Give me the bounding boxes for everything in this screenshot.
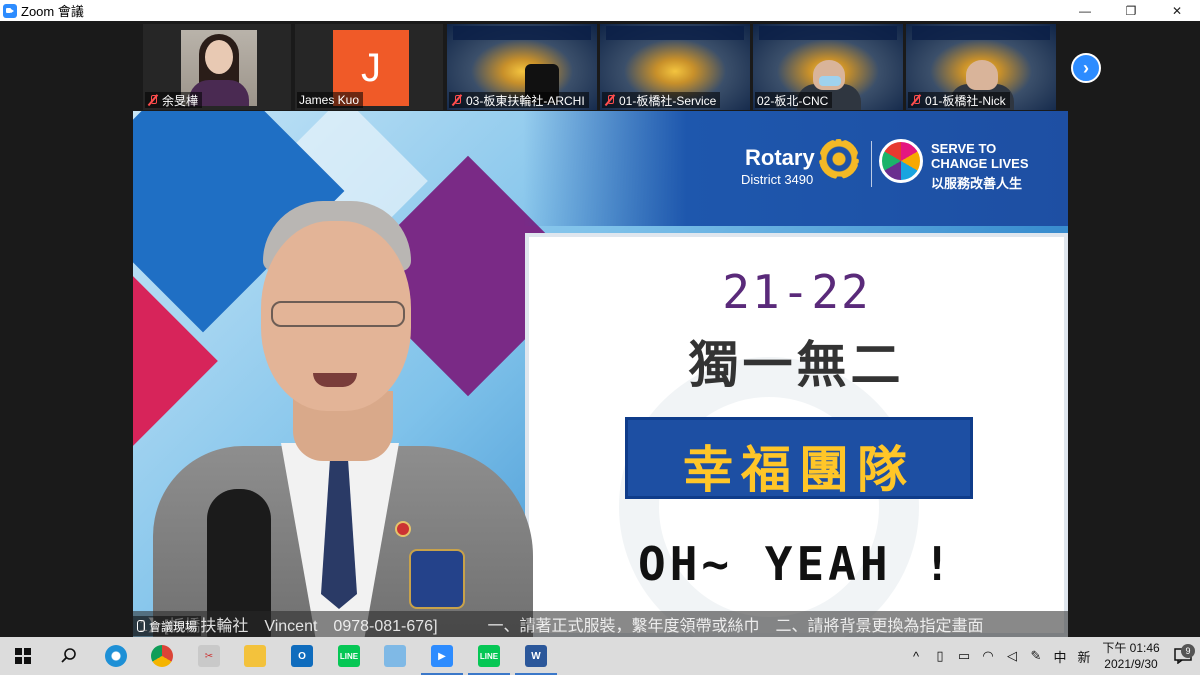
speaker-name-label: 會議現場 [133, 616, 202, 636]
notepad-icon [384, 645, 406, 667]
taskbar-snip[interactable]: ✂ [186, 637, 232, 675]
notification-count: 9 [1181, 644, 1195, 658]
participant-tile[interactable]: J James Kuo [295, 24, 443, 110]
rotary-pin-icon [395, 521, 411, 537]
slogan-line-3: OH~ YEAH ! [638, 537, 955, 591]
scrolling-ticker: 1】[板橋扶輪社 Vincent 0978-081-676] 一、請著正式服裝，… [133, 611, 1068, 637]
participant-tile[interactable]: 01-板橋社-Nick [906, 24, 1056, 110]
participant-name: 02-板北-CNC [755, 92, 833, 108]
participant-name: 01-板橋社-Service [602, 92, 721, 108]
slogan-line-2: 幸福團隊 [683, 442, 915, 498]
pen-icon[interactable]: ✎ [1024, 637, 1048, 675]
chrome-icon [151, 645, 173, 667]
mic-muted-icon [604, 94, 616, 106]
year-text: 21-22 [722, 265, 871, 319]
search-icon [61, 648, 76, 663]
rotary-logo-text: Rotary [745, 145, 815, 170]
participant-tile[interactable]: 02-板北-CNC [753, 24, 903, 110]
taskbar-zoom[interactable]: ▶ [419, 637, 465, 675]
word-icon: W [525, 645, 547, 667]
ime-indicator[interactable]: 中 [1048, 637, 1072, 675]
close-button[interactable]: ✕ [1154, 0, 1200, 21]
window-title: Zoom 會議 [21, 4, 84, 19]
participant-strip: 余旻樺 J James Kuo 03-板東扶輪社-ARCHI 01-板橋社-Se… [0, 21, 1200, 110]
serve-slogan-zh: 以服務改善人生 [931, 176, 1023, 191]
speaker-figure [133, 181, 563, 637]
mic-muted-icon [451, 94, 463, 106]
system-tray: ^ ▯ ▭ ◠ ◁ ✎ 中 新 下午 01:46 2021/9/30 9 [904, 637, 1200, 675]
window-titlebar: Zoom 會議 — ❐ ✕ [0, 0, 1200, 21]
notification-center-button[interactable]: 9 [1166, 644, 1200, 664]
active-speaker-video[interactable]: Rotary District 3490 SERVE TO CHANGE LIVE… [133, 111, 1068, 637]
slogan-highlight-box: 幸福團隊 [625, 417, 973, 499]
taskbar-notepad[interactable] [372, 637, 418, 675]
start-button[interactable] [0, 637, 46, 675]
zoom-icon: ▶ [431, 645, 453, 667]
clock[interactable]: 下午 01:46 2021/9/30 [1096, 640, 1166, 672]
zoom-app-icon [3, 3, 17, 18]
wifi-icon[interactable]: ◠ [976, 637, 1000, 675]
club-badge-icon [409, 549, 465, 609]
scissors-icon: ✂ [198, 645, 220, 667]
windows-taskbar: ✂ O LINE ▶ LINE W ^ ▯ ▭ ◠ ◁ ✎ 中 新 下午 01:… [0, 637, 1200, 675]
participant-name: James Kuo [297, 92, 364, 108]
district-label: District 3490 [741, 172, 814, 187]
keyboard-indicator[interactable]: 新 [1072, 637, 1096, 675]
chevron-up-icon[interactable]: ^ [904, 637, 928, 675]
restore-button[interactable]: ❐ [1108, 0, 1154, 21]
taskbar-outlook[interactable]: O [279, 637, 325, 675]
taskbar-chrome[interactable] [139, 637, 185, 675]
outlook-icon: O [291, 645, 313, 667]
participant-name: 余旻樺 [145, 92, 203, 108]
internet-explorer-icon [105, 645, 127, 667]
participant-tile[interactable]: 03-板東扶輪社-ARCHI [447, 24, 597, 110]
taskbar-ie[interactable] [93, 637, 139, 675]
taskbar-line-2[interactable]: LINE [466, 637, 512, 675]
serve-globe-icon [879, 139, 923, 183]
taskbar-explorer[interactable] [232, 637, 278, 675]
folder-icon [244, 645, 266, 667]
participant-tile[interactable]: 01-板橋社-Service [600, 24, 750, 110]
mic-muted-icon [147, 94, 159, 106]
line-icon: LINE [338, 645, 360, 667]
windows-logo-icon [15, 648, 31, 664]
mic-muted-icon [910, 94, 922, 106]
participant-tile[interactable]: 余旻樺 [143, 24, 291, 110]
mic-icon [137, 620, 145, 632]
phone-icon[interactable]: ▯ [928, 637, 952, 675]
taskbar-line[interactable]: LINE [326, 637, 372, 675]
slogan-line-1: 獨一無二 [688, 337, 905, 393]
slogan-panel: 21-22 獨一無二 幸福團隊 OH~ YEAH ! [525, 233, 1068, 637]
rotary-wheel-icon [819, 139, 859, 179]
minimize-button[interactable]: — [1062, 0, 1108, 21]
volume-icon[interactable]: ◁ [1000, 637, 1024, 675]
chevron-right-icon[interactable]: › [1071, 53, 1101, 83]
battery-icon[interactable]: ▭ [952, 637, 976, 675]
participant-name: 03-板東扶輪社-ARCHI [449, 92, 589, 108]
participant-name: 01-板橋社-Nick [908, 92, 1010, 108]
serve-slogan: SERVE TO CHANGE LIVES [931, 141, 1029, 171]
taskbar-word[interactable]: W [513, 637, 559, 675]
line-icon: LINE [478, 645, 500, 667]
search-button[interactable] [46, 637, 92, 675]
